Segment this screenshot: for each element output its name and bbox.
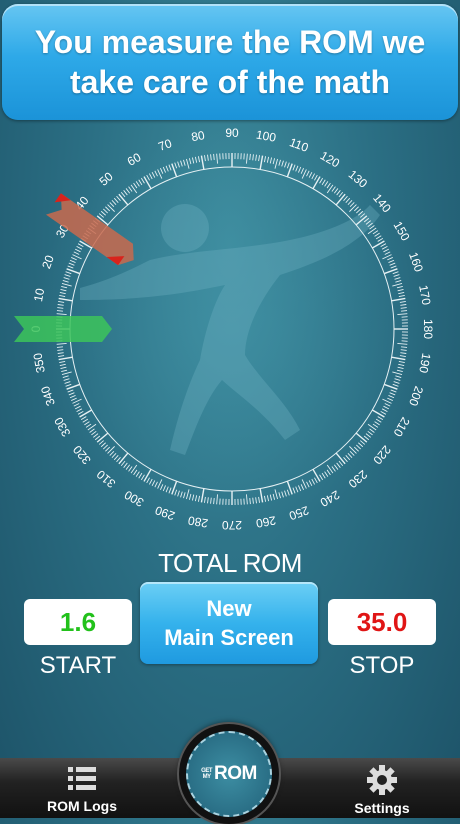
dial-tick <box>57 311 63 312</box>
tab-rom-logs[interactable]: ROM Logs <box>22 758 142 818</box>
dial-tick <box>57 347 63 348</box>
info-banner: You measure the ROM we take care of the … <box>2 4 458 120</box>
tab-settings[interactable]: Settings <box>322 758 442 818</box>
logo-text: GET MY ROM <box>201 763 257 785</box>
dial-tick-label: 180 <box>421 319 435 339</box>
logo-big: ROM <box>214 763 257 785</box>
dial-tick-label: 10 <box>31 287 47 303</box>
gear-icon <box>366 764 398 796</box>
dial-tick <box>214 154 215 160</box>
start-label: START <box>24 652 132 680</box>
start-value: 1.6 <box>24 599 132 645</box>
logo-small-2: MY <box>201 774 212 780</box>
logo-badge: GET MY ROM <box>186 731 272 817</box>
protractor-dial[interactable]: 0102030405060708090100110120130140150160… <box>0 120 460 560</box>
banner-text: You measure the ROM we take care of the … <box>2 22 458 102</box>
dial-tick-label: 90 <box>225 126 239 140</box>
dial-tick <box>401 311 407 312</box>
stop-value: 35.0 <box>328 599 436 645</box>
app-logo-button[interactable]: GET MY ROM <box>179 724 279 824</box>
tab-rom-logs-label: ROM Logs <box>47 798 117 814</box>
dial-tick <box>401 347 407 348</box>
new-button-line2: Main Screen <box>164 623 294 652</box>
total-rom-label: TOTAL ROM <box>0 548 460 579</box>
dial-tick <box>250 498 251 504</box>
new-button-line1: New <box>206 594 251 623</box>
dial-tick-label: 80 <box>190 128 206 144</box>
new-main-screen-button[interactable]: New Main Screen <box>140 582 318 664</box>
tab-settings-label: Settings <box>354 800 409 816</box>
stop-label: STOP <box>328 652 436 680</box>
dial-tick-label: 270 <box>222 518 242 532</box>
start-marker[interactable] <box>14 316 112 342</box>
dial-tick <box>214 498 215 504</box>
dial-tick <box>250 154 251 160</box>
list-icon <box>67 764 97 794</box>
